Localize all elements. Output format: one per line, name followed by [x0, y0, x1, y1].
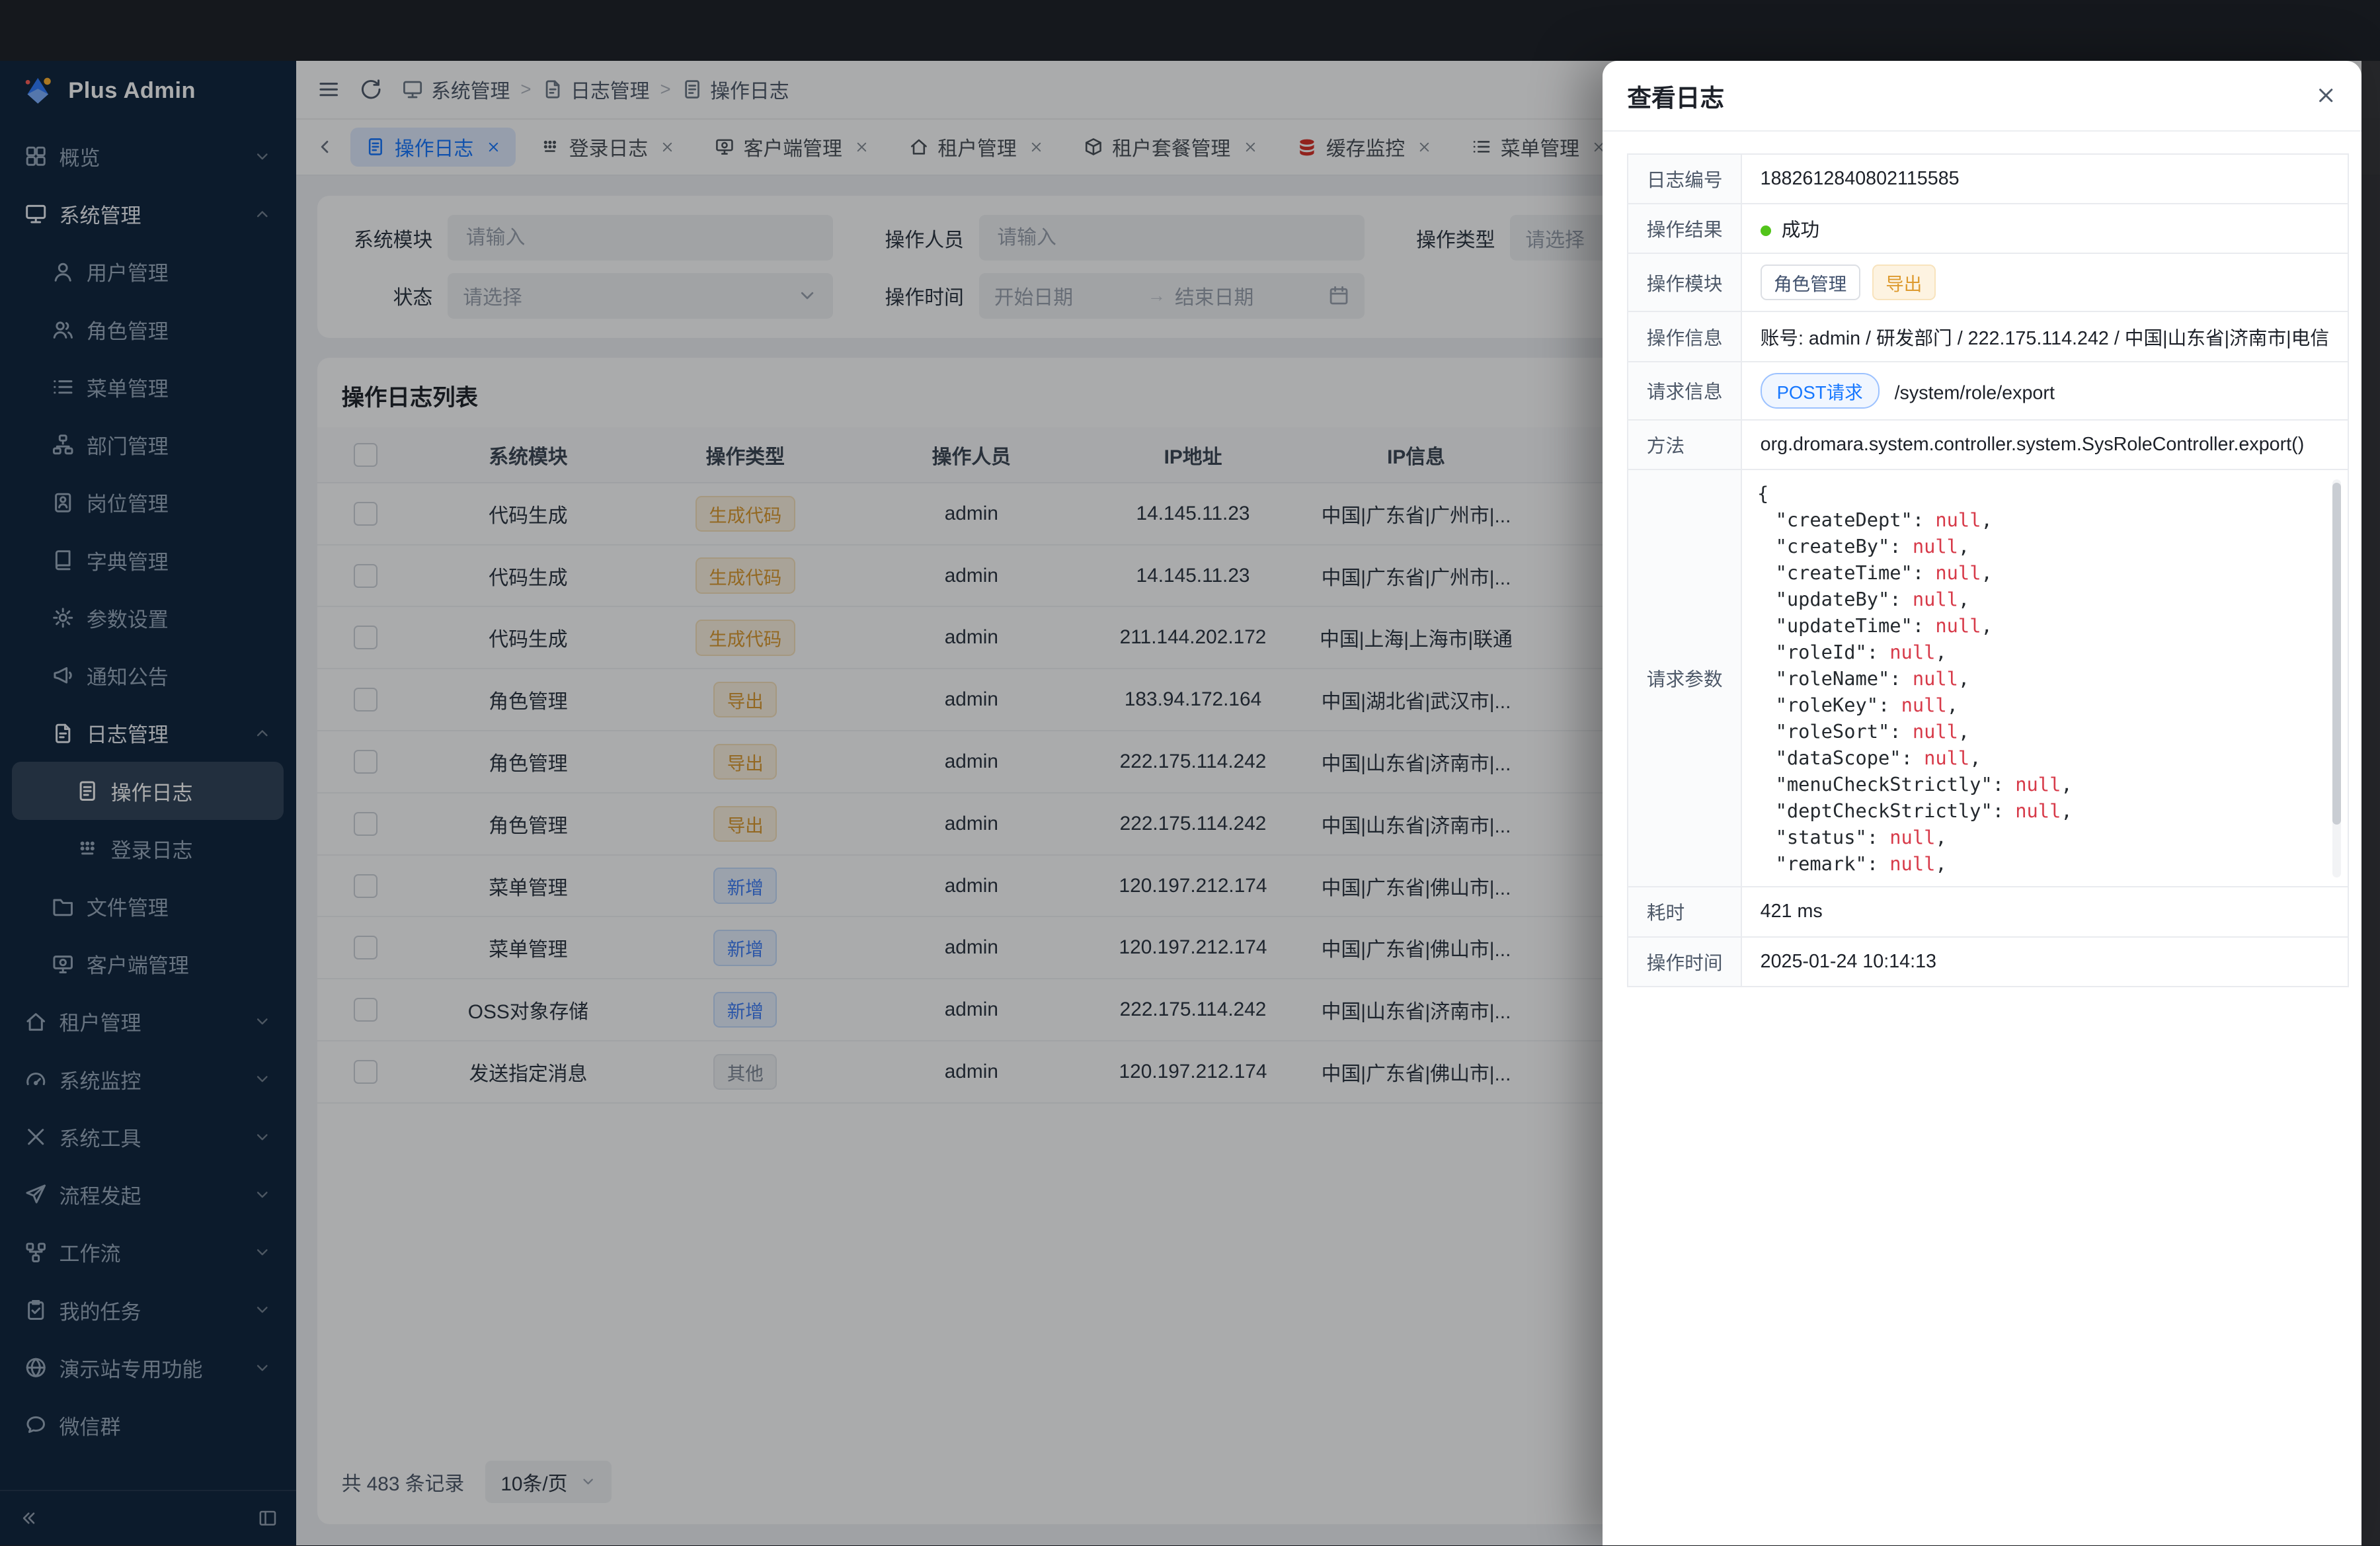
- desc-value: org.dromara.system.controller.system.Sys…: [1741, 420, 2348, 469]
- desc-row: 日志编号1882612840802115585: [1628, 154, 2348, 204]
- desc-value: POST请求/system/role/export: [1741, 362, 2348, 421]
- desc-value: 1882612840802115585: [1741, 154, 2348, 204]
- desc-value: 账号: admin / 研发部门 / 222.175.114.242 / 中国|…: [1741, 311, 2348, 361]
- drawer-header: 查看日志: [1603, 61, 2361, 132]
- plus-admin-app: Plus Admin 概览系统管理用户管理角色管理菜单管理部门管理岗位管理字典管…: [0, 0, 2380, 1545]
- desc-row: 请求参数{"createDept": null,"createBy": null…: [1628, 469, 2348, 887]
- desc-row: 操作模块角色管理导出: [1628, 253, 2348, 312]
- desc-label: 操作模块: [1628, 253, 1741, 312]
- desc-label: 操作结果: [1628, 204, 1741, 253]
- drawer-edge-shade: [2361, 61, 2380, 1545]
- request-params-cell: {"createDept": null,"createBy": null,"cr…: [1741, 469, 2348, 887]
- module-tag: 角色管理: [1761, 264, 1860, 301]
- request-params-code[interactable]: {"createDept": null,"createBy": null,"cr…: [1742, 470, 2348, 886]
- success-dot-icon: [1761, 225, 1771, 236]
- log-details-table: 日志编号1882612840802115585操作结果成功操作模块角色管理导出操…: [1627, 153, 2348, 987]
- desc-label: 操作信息: [1628, 311, 1741, 361]
- desc-label: 操作时间: [1628, 937, 1741, 987]
- code-scrollbar[interactable]: [2332, 479, 2342, 877]
- desc-value: 成功: [1741, 204, 2348, 253]
- desc-row: 操作时间2025-01-24 10:14:13: [1628, 937, 2348, 987]
- desc-row: 耗时421 ms: [1628, 887, 2348, 936]
- desc-value: 角色管理导出: [1741, 253, 2348, 312]
- desc-row: 操作结果成功: [1628, 204, 2348, 253]
- desc-label: 请求参数: [1628, 469, 1741, 887]
- drawer-title: 查看日志: [1627, 78, 1724, 114]
- module-tag: 导出: [1872, 264, 1936, 301]
- http-method-tag: POST请求: [1761, 373, 1880, 409]
- request-path: /system/role/export: [1895, 382, 2055, 403]
- desc-label: 耗时: [1628, 887, 1741, 936]
- close-icon[interactable]: [2315, 84, 2337, 106]
- code-scrollbar-thumb[interactable]: [2332, 483, 2342, 825]
- desc-value: 2025-01-24 10:14:13: [1741, 937, 2348, 987]
- drawer-body: 日志编号1882612840802115585操作结果成功操作模块角色管理导出操…: [1603, 132, 2361, 1008]
- desc-row: 方法org.dromara.system.controller.system.S…: [1628, 420, 2348, 469]
- desc-label: 请求信息: [1628, 362, 1741, 421]
- view-log-drawer: 查看日志 日志编号1882612840802115585操作结果成功操作模块角色…: [1603, 61, 2361, 1545]
- desc-value: 421 ms: [1741, 887, 2348, 936]
- desc-label: 日志编号: [1628, 154, 1741, 204]
- desc-row: 请求信息POST请求/system/role/export: [1628, 362, 2348, 421]
- desc-label: 方法: [1628, 420, 1741, 469]
- desc-row: 操作信息账号: admin / 研发部门 / 222.175.114.242 /…: [1628, 311, 2348, 361]
